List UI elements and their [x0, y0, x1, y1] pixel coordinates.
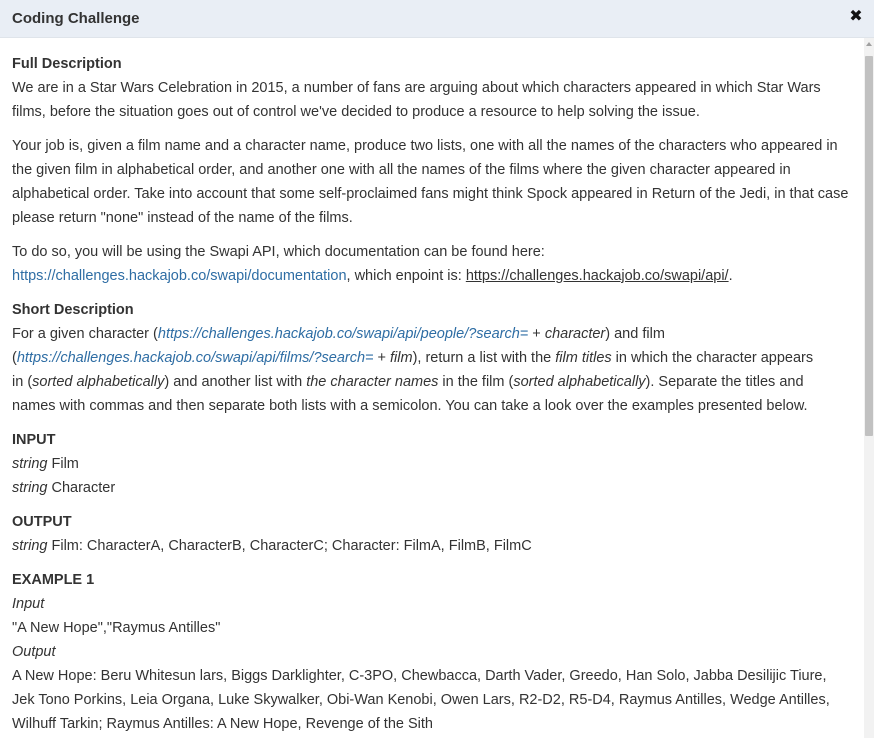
input-name-2: Character — [47, 480, 116, 496]
sorted-alphabetically-2: sorted alphabetically — [513, 374, 646, 390]
people-search-url: https://challenges.hackajob.co/swapi/api… — [157, 326, 529, 342]
short-description-heading: Short Description — [12, 302, 134, 318]
short-description-section: Short Description For a given character … — [12, 298, 850, 418]
sd-t10: in the film ( — [438, 374, 514, 390]
close-icon[interactable]: ✖ — [848, 8, 864, 26]
films-search-url: https://challenges.hackajob.co/swapi/api… — [16, 350, 374, 366]
character-names: the character names — [306, 374, 439, 390]
output-text: Film: CharacterA, CharacterB, CharacterC… — [47, 538, 532, 554]
vertical-scrollbar[interactable] — [864, 38, 874, 738]
film-word: film — [390, 350, 413, 366]
dialog-title: Coding Challenge — [12, 10, 140, 27]
output-type: string — [12, 538, 48, 554]
example-1-heading: EXAMPLE 1 — [12, 572, 95, 588]
output-heading: OUTPUT — [12, 514, 72, 530]
documentation-link[interactable]: https://challenges.hackajob.co/swapi/doc… — [12, 268, 347, 284]
para3-text: To do so, you will be using the Swapi AP… — [12, 244, 545, 260]
api-endpoint-link[interactable]: https://challenges.hackajob.co/swapi/api… — [466, 268, 729, 284]
full-description-para3: To do so, you will be using the Swapi AP… — [12, 240, 850, 288]
sd-t3: ) and film — [605, 326, 665, 342]
sd-t8: in ( — [12, 374, 33, 390]
example-input-label: Input — [12, 596, 45, 612]
character-word: character — [544, 326, 606, 342]
example-input-value: "A New Hope","Raymus Antilles" — [12, 620, 221, 636]
input-type-2: string — [12, 480, 48, 496]
sd-t1: For a given character ( — [12, 326, 158, 342]
sd-t2: + — [528, 326, 545, 342]
example-output-value: A New Hope: Beru Whitesun lars, Biggs Da… — [12, 668, 830, 732]
sd-t5: + — [373, 350, 391, 366]
film-titles: film titles — [555, 350, 612, 366]
input-section: INPUT string Film string Character — [12, 428, 850, 500]
input-heading: INPUT — [12, 432, 56, 448]
input-name-1: Film — [47, 456, 79, 472]
sd-t9: ) and another list with — [164, 374, 307, 390]
full-description-section: Full Description We are in a Star Wars C… — [12, 52, 850, 124]
full-description-para1: We are in a Star Wars Celebration in 201… — [12, 80, 821, 120]
output-section: OUTPUT string Film: CharacterA, Characte… — [12, 510, 850, 558]
scrollbar-thumb[interactable] — [865, 56, 873, 436]
sd-t6: ), return a list with the — [412, 350, 556, 366]
example-output-label: Output — [12, 644, 56, 660]
dialog-title-bar: Coding Challenge ✖ — [0, 0, 874, 38]
sorted-alphabetically-1: sorted alphabetically — [32, 374, 165, 390]
input-type-1: string — [12, 456, 48, 472]
example-1-section: EXAMPLE 1 Input "A New Hope","Raymus Ant… — [12, 568, 850, 736]
para3-end: . — [728, 268, 733, 284]
full-description-para2: Your job is, given a film name and a cha… — [12, 138, 849, 226]
scroll-up-arrow-icon[interactable] — [866, 42, 872, 46]
para3-mid: , which enpoint is: — [346, 268, 466, 284]
sd-t7: in which the character appears — [611, 350, 814, 366]
challenge-content: Full Description We are in a Star Wars C… — [12, 52, 850, 746]
full-description-heading: Full Description — [12, 56, 122, 72]
